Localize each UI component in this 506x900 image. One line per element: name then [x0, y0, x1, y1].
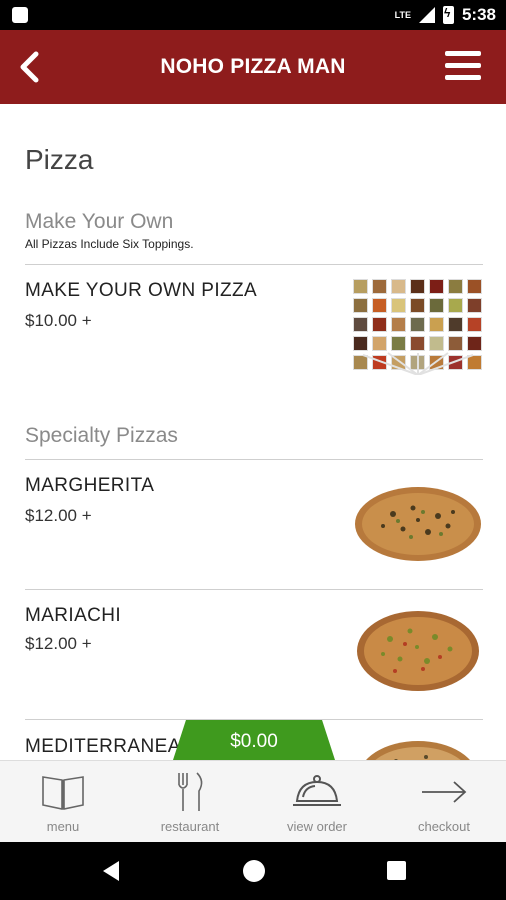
system-home-icon[interactable] [243, 860, 265, 882]
divider [25, 459, 483, 460]
spice-swatch [429, 317, 444, 332]
fork-knife-icon [178, 772, 203, 811]
spice-swatch [429, 336, 444, 351]
nav-checkout[interactable]: checkout [394, 769, 494, 834]
spice-swatch [410, 279, 425, 294]
item-price: $10.00 + [25, 311, 92, 330]
item-name: MAKE YOUR OWN PIZZA [25, 280, 258, 301]
item-price: $12.00 + [25, 634, 92, 653]
nav-label: restaurant [160, 819, 220, 834]
nav-label: menu [46, 819, 80, 834]
bottom-navigation: menu restaurant view order checkout [0, 760, 506, 842]
notification-icon [12, 7, 28, 23]
divider [25, 589, 483, 590]
item-name: MARIACHI [25, 605, 122, 626]
divider [25, 719, 483, 720]
spice-swatch [353, 336, 368, 351]
spice-swatch [448, 336, 463, 351]
hamburger-menu-icon[interactable] [445, 51, 481, 83]
status-bar: LTE 5:38 [0, 0, 506, 30]
spice-swatch [429, 298, 444, 313]
nav-menu[interactable]: menu [13, 769, 113, 834]
spice-swatch [353, 298, 368, 313]
section-title-specialty: Specialty Pizzas [25, 424, 178, 447]
mediterranea-pizza-image [366, 741, 470, 760]
item-name: MEDITERRANEA [25, 736, 181, 757]
system-back-icon[interactable] [103, 861, 119, 881]
signal-icon [418, 7, 435, 23]
spice-swatch [372, 336, 387, 351]
item-price: $12.00 + [25, 506, 92, 525]
clock: 5:38 [461, 5, 496, 24]
spice-swatch [410, 317, 425, 332]
spice-swatch [372, 279, 387, 294]
nav-restaurant[interactable]: restaurant [140, 769, 240, 834]
spice-swatch [353, 317, 368, 332]
spice-swatch [372, 317, 387, 332]
spice-swatch [467, 336, 482, 351]
toppings-image [353, 279, 483, 375]
mariachi-pizza-image [357, 611, 479, 691]
system-navigation-bar [0, 842, 506, 900]
cloche-icon [293, 775, 341, 806]
nav-view-order[interactable]: view order [267, 769, 367, 834]
system-recents-icon[interactable] [387, 861, 406, 880]
nav-label: view order [287, 819, 347, 834]
app-bar: NOHO PIZZA MAN [0, 30, 506, 104]
page-title: Pizza [25, 144, 94, 175]
spice-swatch [353, 279, 368, 294]
item-name: MARGHERITA [25, 475, 155, 496]
divider [25, 264, 483, 265]
spice-swatch [429, 279, 444, 294]
spice-swatch [467, 279, 482, 294]
network-type: LTE [394, 10, 411, 20]
order-total-button[interactable]: $0.00 [173, 720, 335, 760]
spice-swatch [448, 317, 463, 332]
margherita-pizza-image [355, 487, 481, 561]
status-icons: LTE 5:38 [395, 5, 496, 25]
spice-swatch [410, 298, 425, 313]
spice-swatch [448, 279, 463, 294]
spice-swatch [391, 336, 406, 351]
spice-swatch [467, 298, 482, 313]
book-icon [42, 776, 84, 810]
nav-label: checkout [417, 819, 471, 834]
arrow-right-icon [422, 781, 467, 803]
spice-swatch [372, 298, 387, 313]
spice-swatch [448, 298, 463, 313]
battery-icon [442, 6, 454, 24]
spice-swatch [391, 298, 406, 313]
section-subtitle: All Pizzas Include Six Toppings. [25, 237, 194, 251]
spice-swatch [391, 317, 406, 332]
section-title-make-your-own: Make Your Own [25, 210, 174, 233]
spice-swatch [467, 317, 482, 332]
menu-content[interactable]: Pizza Make Your Own All Pizzas Include S… [0, 104, 506, 760]
spice-swatch [410, 336, 425, 351]
app-title: NOHO PIZZA MAN [160, 55, 346, 78]
spice-swatch [391, 279, 406, 294]
